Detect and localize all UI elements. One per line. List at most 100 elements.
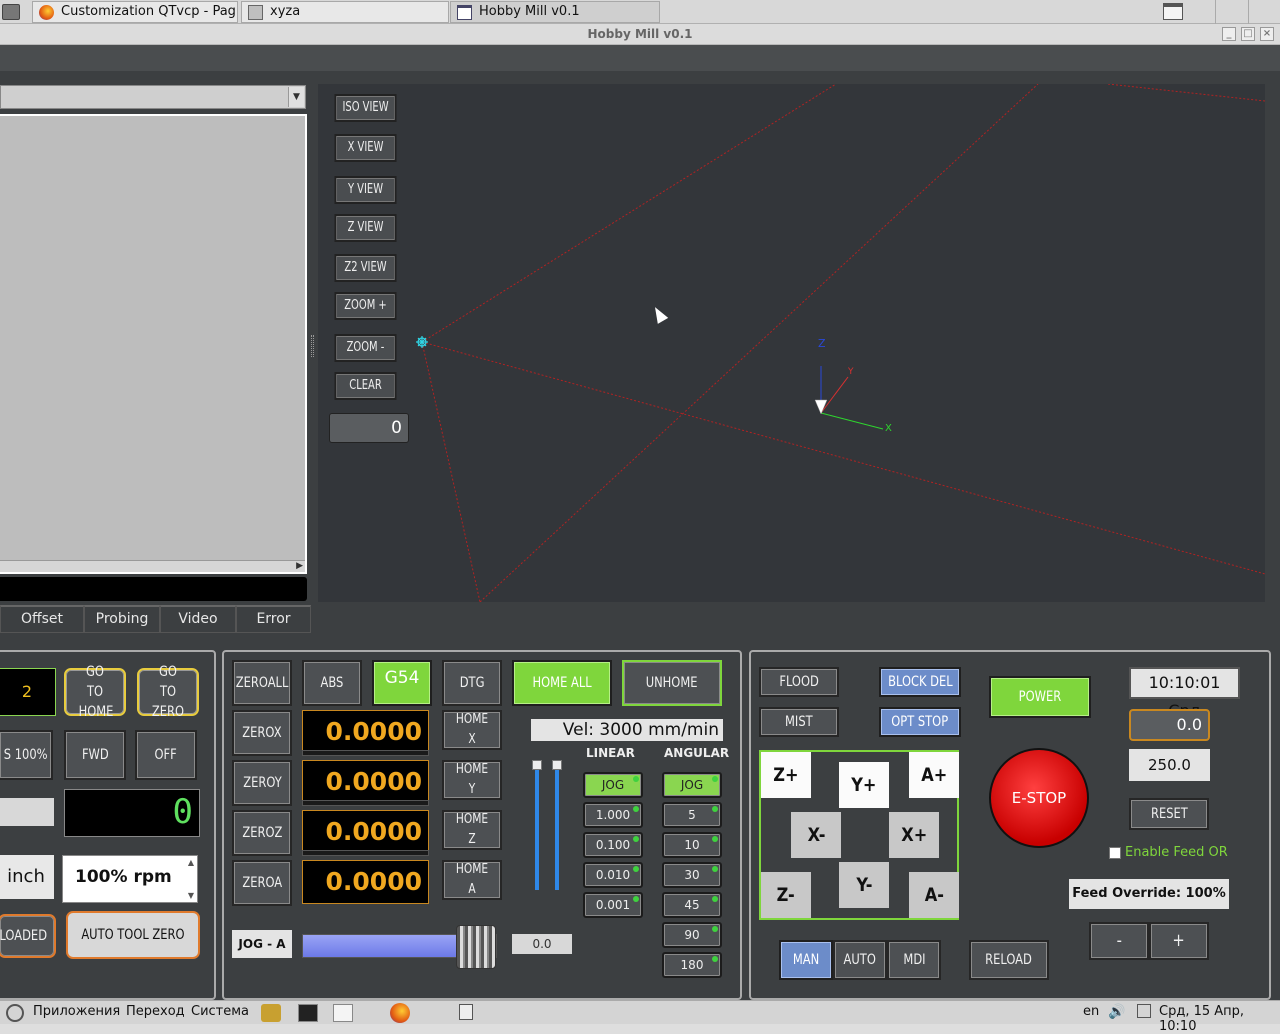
spindle-off-button[interactable]: OFF xyxy=(135,730,197,780)
maximize-button[interactable]: □ xyxy=(1241,27,1255,41)
tab-video[interactable]: Video xyxy=(160,605,236,633)
unhome-button[interactable]: UNHOME xyxy=(622,660,722,706)
mist-button[interactable]: MIST xyxy=(759,707,839,737)
menu-applications[interactable]: Приложения xyxy=(33,1004,120,1019)
keyboard-layout[interactable]: en xyxy=(1083,1004,1099,1019)
spindle-speed-pct[interactable]: S 100% xyxy=(0,730,53,780)
trash-icon[interactable] xyxy=(459,1004,473,1020)
text-editor-icon[interactable] xyxy=(333,1004,353,1022)
slider-handle[interactable] xyxy=(532,760,542,770)
jog-x-plus-button[interactable]: X+ xyxy=(889,812,939,858)
graphics-3d-view[interactable]: Z Y X ISO VIEW X VIEW Y VIEW Z VIEW Z2 V… xyxy=(318,84,1265,602)
volume-icon[interactable]: 🔊 xyxy=(1108,1004,1125,1020)
linear-step-jog[interactable]: JOG xyxy=(583,772,643,798)
zeroy-button[interactable]: ZEROY xyxy=(232,760,292,806)
home-a-button[interactable]: HOME A xyxy=(442,860,502,900)
linear-step-0-01[interactable]: 0.010 xyxy=(583,862,643,888)
menu-system[interactable]: Система xyxy=(191,1004,249,1019)
clock-datetime[interactable]: Срд, 15 Апр, 10:10 xyxy=(1159,1004,1280,1034)
angular-step-10[interactable]: 10 xyxy=(662,832,722,858)
browser-tab-xyza[interactable]: xyza xyxy=(241,1,449,23)
file-combo[interactable]: ▼ xyxy=(0,85,306,109)
linear-step-0-1[interactable]: 0.100 xyxy=(583,832,643,858)
y-view-button[interactable]: Y VIEW xyxy=(334,176,397,204)
angular-rate-slider[interactable] xyxy=(555,764,559,890)
spindle-fwd-button[interactable]: FWD xyxy=(64,730,126,780)
feed-plus-button[interactable]: + xyxy=(1149,922,1209,960)
x-view-button[interactable]: X VIEW xyxy=(334,134,397,162)
unit-label[interactable]: inch xyxy=(0,855,54,899)
close-button[interactable]: × xyxy=(1260,27,1274,41)
home-x-button[interactable]: HOME X xyxy=(442,710,502,750)
file-manager-icon[interactable] xyxy=(2,4,20,20)
reset-button[interactable]: RESET xyxy=(1129,798,1209,830)
block-del-button[interactable]: BLOCK DEL xyxy=(879,667,961,697)
launcher-icon[interactable] xyxy=(261,1004,281,1022)
dtg-button[interactable]: DTG xyxy=(442,660,502,706)
minimize-button[interactable]: _ xyxy=(1222,27,1236,41)
angular-step-jog[interactable]: JOG xyxy=(662,772,722,798)
zeroz-button[interactable]: ZEROZ xyxy=(232,810,292,856)
angular-step-30[interactable]: 30 xyxy=(662,862,722,888)
home-z-button[interactable]: HOME Z xyxy=(442,810,502,850)
linear-step-0-001[interactable]: 0.001 xyxy=(583,892,643,918)
abs-button[interactable]: ABS xyxy=(302,660,362,706)
spin-up-icon[interactable]: ▲ xyxy=(188,858,194,867)
zoom-out-button[interactable]: ZOOM - xyxy=(334,334,397,362)
opt-stop-button[interactable]: OPT STOP xyxy=(879,707,961,737)
feed-minus-button[interactable]: - xyxy=(1089,922,1149,960)
tab-error[interactable]: Error xyxy=(236,605,311,633)
zoom-in-button[interactable]: ZOOM + xyxy=(334,292,397,320)
tab-offset[interactable]: Offset xyxy=(0,605,84,633)
spin-down-icon[interactable]: ▼ xyxy=(188,891,194,900)
jog-slider-handle[interactable] xyxy=(456,925,496,969)
z2-view-button[interactable]: Z2 VIEW xyxy=(334,254,397,282)
jog-z-minus-button[interactable]: Z- xyxy=(761,872,811,918)
linear-rate-slider[interactable] xyxy=(535,764,539,890)
file-loaded-button[interactable]: LE LOADED xyxy=(0,914,56,958)
chevron-down-icon[interactable]: ▼ xyxy=(288,87,304,107)
home-all-button[interactable]: HOME ALL xyxy=(512,660,612,706)
jog-y-plus-button[interactable]: Y+ xyxy=(839,762,889,808)
iso-view-button[interactable]: ISO VIEW xyxy=(334,94,397,122)
mode-mdi-button[interactable]: MDI xyxy=(887,940,941,980)
menu-places[interactable]: Переход xyxy=(126,1004,185,1019)
browser-tab-hobby-mill[interactable]: Hobby Mill v0.1 xyxy=(450,1,660,23)
enable-feed-or-checkbox[interactable] xyxy=(1109,847,1121,859)
mode-man-button[interactable]: MAN xyxy=(779,940,833,980)
zeroa-button[interactable]: ZEROA xyxy=(232,860,292,906)
flood-button[interactable]: FLOOD xyxy=(759,667,839,697)
splitter-handle[interactable] xyxy=(311,335,314,357)
rpm-spinbox[interactable]: 100% rpm ▲ ▼ xyxy=(62,855,198,903)
clear-button[interactable]: CLEAR xyxy=(334,372,397,400)
menu-logo-icon[interactable] xyxy=(6,1004,24,1022)
estop-button[interactable]: E-STOP xyxy=(989,748,1089,848)
angular-step-180[interactable]: 180 xyxy=(662,952,722,978)
goto-home-button[interactable]: GO TO HOME xyxy=(64,664,126,720)
horizontal-scrollbar[interactable]: ▶ xyxy=(0,560,305,572)
angular-step-5[interactable]: 5 xyxy=(662,802,722,828)
jog-a-plus-button[interactable]: A+ xyxy=(909,752,959,798)
view-counter[interactable]: 0 xyxy=(329,413,409,443)
mode-auto-button[interactable]: AUTO xyxy=(833,940,887,980)
angular-step-45[interactable]: 45 xyxy=(662,892,722,918)
browser-tab-customization[interactable]: Customization QTvcp - Pag... xyxy=(32,1,238,23)
scroll-right-icon[interactable]: ▶ xyxy=(296,561,303,571)
jog-z-plus-button[interactable]: Z+ xyxy=(761,752,811,798)
show-desktop-icon[interactable] xyxy=(1163,3,1183,20)
goto-zero-button[interactable]: GO TO ZERO xyxy=(137,664,199,720)
network-icon[interactable] xyxy=(1137,1004,1151,1018)
auto-tool-zero-button[interactable]: AUTO TOOL ZERO xyxy=(66,911,200,959)
home-y-button[interactable]: HOME Y xyxy=(442,760,502,800)
g54-button[interactable]: G54 xyxy=(372,660,432,706)
terminal-icon[interactable] xyxy=(298,1004,318,1022)
reload-button[interactable]: RELOAD xyxy=(969,940,1049,980)
z-view-button[interactable]: Z VIEW xyxy=(334,214,397,242)
tab-probing[interactable]: Probing xyxy=(84,605,160,633)
power-button[interactable]: POWER xyxy=(989,676,1091,718)
angular-step-90[interactable]: 90 xyxy=(662,922,722,948)
jog-x-minus-button[interactable]: X- xyxy=(791,812,841,858)
linear-step-1[interactable]: 1.000 xyxy=(583,802,643,828)
jog-a-minus-button[interactable]: A- xyxy=(909,872,959,918)
slider-handle[interactable] xyxy=(552,760,562,770)
